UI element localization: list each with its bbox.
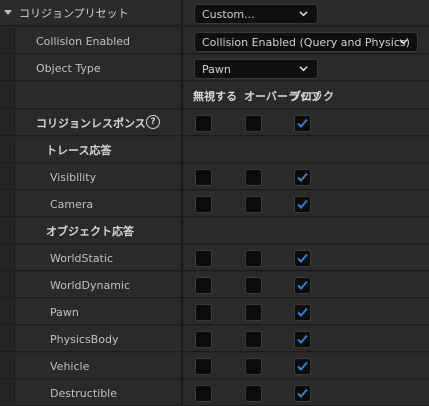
destructible-overlap-checkbox[interactable] [245, 385, 262, 402]
camera-ignore-checkbox[interactable] [195, 196, 212, 213]
visibility-overlap-checkbox[interactable] [245, 169, 262, 186]
checkmark-icon [297, 253, 308, 263]
collision-responses-overlap-checkbox[interactable] [245, 115, 262, 132]
collision-responses-label: コリジョンレスポンス [36, 117, 146, 130]
channel-label: WorldStatic [50, 251, 113, 265]
vehicle-block-checkbox[interactable] [294, 358, 311, 375]
physicsbody-ignore-checkbox[interactable] [195, 331, 212, 348]
collision-panel: コリジョンプリセット Custom... Collision Enabled C… [0, 0, 429, 406]
trace-responses-label: トレース応答 [46, 144, 112, 157]
channel-row-camera: Camera [0, 191, 429, 217]
channel-label: WorldDynamic [50, 278, 131, 292]
trace-responses-row: トレース応答 [0, 137, 429, 163]
visibility-block-checkbox[interactable] [294, 169, 311, 186]
collision-enabled-value: Collision Enabled (Query and Physics) [202, 35, 410, 49]
object-type-row: Object Type Pawn [0, 55, 429, 81]
collision-presets-label: コリジョンプリセット [19, 7, 129, 20]
chevron-down-icon [399, 39, 408, 45]
channel-row-physicsbody: PhysicsBody [0, 326, 429, 352]
checkmark-icon [297, 118, 308, 128]
help-icon[interactable]: ? [146, 115, 160, 129]
channel-row-vehicle: Vehicle [0, 353, 429, 379]
collision-presets-value: Custom... [202, 7, 255, 21]
worldstatic-overlap-checkbox[interactable] [245, 250, 262, 267]
visibility-ignore-checkbox[interactable] [195, 169, 212, 186]
checkmark-icon [297, 280, 308, 290]
destructible-ignore-checkbox[interactable] [195, 385, 212, 402]
chevron-down-icon [299, 66, 308, 72]
object-type-label: Object Type [36, 61, 101, 75]
pawn-block-checkbox[interactable] [294, 304, 311, 321]
collision-enabled-row: Collision Enabled Collision Enabled (Que… [0, 28, 429, 54]
physicsbody-overlap-checkbox[interactable] [245, 331, 262, 348]
object-type-dropdown[interactable]: Pawn [194, 59, 318, 79]
column-header-row: 無視する オーバーラップ ブロック [0, 82, 429, 109]
worlddynamic-ignore-checkbox[interactable] [195, 277, 212, 294]
column-block-header: ブロック [290, 89, 334, 103]
channel-label: Pawn [50, 305, 79, 319]
object-responses-row: オブジェクト応答 [0, 218, 429, 244]
checkmark-icon [297, 334, 308, 344]
collision-responses-row: コリジョンレスポンス ? [0, 110, 429, 136]
checkmark-icon [297, 388, 308, 398]
collision-responses-block-checkbox[interactable] [294, 115, 311, 132]
collapse-arrow-icon[interactable] [4, 10, 12, 15]
channel-label: Destructible [50, 386, 117, 400]
channel-label: Vehicle [50, 359, 90, 373]
object-responses-label: オブジェクト応答 [46, 225, 134, 238]
checkmark-icon [297, 172, 308, 182]
vehicle-overlap-checkbox[interactable] [245, 358, 262, 375]
worldstatic-block-checkbox[interactable] [294, 250, 311, 267]
vehicle-ignore-checkbox[interactable] [195, 358, 212, 375]
channel-label: Camera [50, 197, 94, 211]
channel-label: PhysicsBody [50, 332, 119, 346]
pawn-overlap-checkbox[interactable] [245, 304, 262, 321]
collision-presets-row: コリジョンプリセット Custom... [0, 0, 429, 26]
checkmark-icon [297, 199, 308, 209]
column-ignore-header: 無視する [193, 89, 237, 103]
worldstatic-ignore-checkbox[interactable] [195, 250, 212, 267]
checkmark-icon [297, 361, 308, 371]
collision-responses-ignore-checkbox[interactable] [195, 115, 212, 132]
channel-row-pawn: Pawn [0, 299, 429, 325]
channel-row-worlddynamic: WorldDynamic [0, 272, 429, 298]
chevron-down-icon [299, 11, 308, 17]
camera-overlap-checkbox[interactable] [245, 196, 262, 213]
channel-row-worldstatic: WorldStatic [0, 245, 429, 271]
channel-label: Visibility [50, 170, 97, 184]
collision-enabled-label: Collision Enabled [36, 34, 131, 48]
channel-row-visibility: Visibility [0, 164, 429, 190]
collision-enabled-dropdown[interactable]: Collision Enabled (Query and Physics) [194, 32, 418, 52]
camera-block-checkbox[interactable] [294, 196, 311, 213]
pawn-ignore-checkbox[interactable] [195, 304, 212, 321]
collision-presets-dropdown[interactable]: Custom... [194, 4, 318, 24]
checkmark-icon [297, 307, 308, 317]
channel-row-destructible: Destructible [0, 380, 429, 406]
destructible-block-checkbox[interactable] [294, 385, 311, 402]
worlddynamic-block-checkbox[interactable] [294, 277, 311, 294]
worlddynamic-overlap-checkbox[interactable] [245, 277, 262, 294]
physicsbody-block-checkbox[interactable] [294, 331, 311, 348]
object-type-value: Pawn [202, 62, 231, 76]
